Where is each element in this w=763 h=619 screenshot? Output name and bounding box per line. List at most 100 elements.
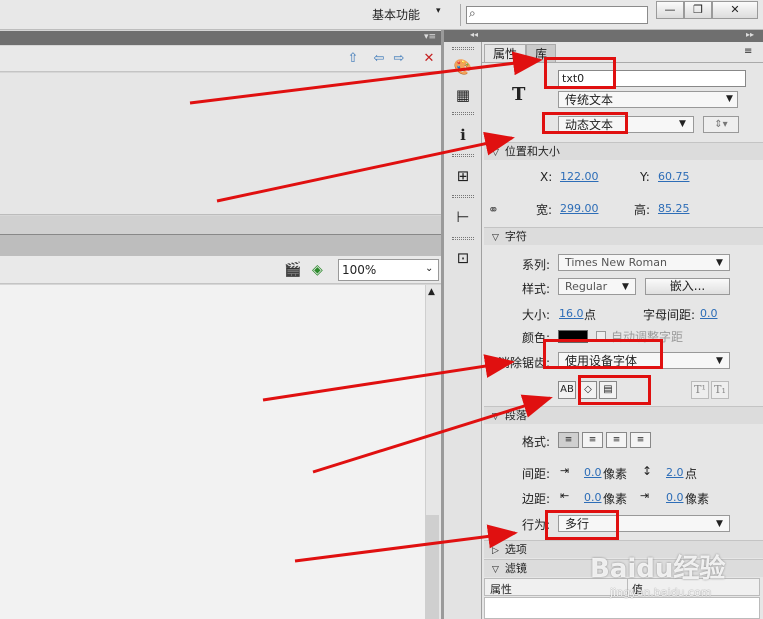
collapse-icon[interactable]: ▸▸ bbox=[746, 30, 754, 39]
style-label: 样式: bbox=[522, 282, 551, 296]
selectable-text-button[interactable]: AB bbox=[558, 381, 576, 399]
height-label: 高: bbox=[634, 203, 651, 217]
chevron-down-icon[interactable]: ⌄ bbox=[425, 263, 433, 274]
edit-symbol-icon[interactable]: ◈ bbox=[312, 262, 323, 278]
spacing-label: 间距: bbox=[522, 467, 551, 481]
text-engine-select[interactable]: 传统文本 bbox=[558, 91, 738, 108]
highlight-box bbox=[544, 57, 616, 89]
stage-canvas[interactable] bbox=[0, 285, 425, 619]
left-margin-icon: ⇤ bbox=[560, 489, 570, 502]
line-spacing-unit: 点 bbox=[685, 467, 698, 481]
margin-label: 边距: bbox=[522, 492, 551, 506]
back-arrow-icon[interactable]: ⇦ bbox=[370, 50, 388, 68]
right-margin-value[interactable]: 0.0 bbox=[666, 491, 684, 504]
letter-spacing-label: 字母间距: bbox=[643, 308, 696, 322]
grip-handle[interactable] bbox=[452, 47, 474, 50]
scrollbar-thumb[interactable] bbox=[426, 515, 439, 619]
up-arrow-icon[interactable]: ⇧ bbox=[344, 50, 362, 68]
x-label: X: bbox=[540, 170, 553, 184]
align-justify-button[interactable]: ≡ bbox=[630, 432, 651, 448]
y-value[interactable]: 60.75 bbox=[658, 170, 690, 183]
section-title: 选项 bbox=[504, 543, 527, 556]
line-spacing-value[interactable]: 2.0 bbox=[666, 466, 684, 479]
superscript-button[interactable]: T¹ bbox=[691, 381, 709, 399]
maximize-button[interactable]: ❐ bbox=[684, 1, 712, 19]
chevron-down-icon[interactable]: ▼ bbox=[716, 519, 723, 529]
panel-menu-icon[interactable]: ▾≡ bbox=[424, 32, 436, 42]
letter-spacing-value[interactable]: 0.0 bbox=[700, 307, 718, 320]
chevron-down-icon[interactable]: ▼ bbox=[726, 94, 733, 104]
section-title: 位置和大小 bbox=[504, 145, 560, 158]
align-icon[interactable]: ⊢ bbox=[452, 206, 474, 228]
font-family-select[interactable]: Times New Roman bbox=[558, 254, 730, 271]
grip-handle[interactable] bbox=[452, 237, 474, 240]
info-icon[interactable]: ℹ bbox=[452, 124, 474, 146]
right-margin-icon: ⇥ bbox=[640, 489, 650, 502]
size-label: 大小: bbox=[522, 308, 551, 322]
close-button[interactable]: ✕ bbox=[712, 1, 758, 19]
family-label: 系列: bbox=[522, 258, 551, 272]
components-icon[interactable]: ⊞ bbox=[452, 165, 474, 187]
swatches-grid-icon[interactable]: ▦ bbox=[452, 84, 474, 106]
edit-scene-icon[interactable]: 🎬 bbox=[284, 262, 301, 278]
workspace-switcher[interactable]: 基本功能 bbox=[372, 5, 458, 25]
section-paragraph[interactable]: ▽ 段落 bbox=[484, 406, 763, 424]
panel-menu-icon[interactable]: ≡ bbox=[744, 46, 752, 57]
align-left-button[interactable]: ≡ bbox=[558, 432, 579, 448]
chevron-down-icon[interactable]: ▼ bbox=[716, 258, 723, 268]
lock-proportions-icon[interactable]: ⚭ bbox=[488, 203, 499, 218]
size-unit: 点 bbox=[584, 308, 597, 322]
color-palette-icon[interactable]: 🎨 bbox=[452, 56, 474, 78]
section-position-size[interactable]: ▽ 位置和大小 bbox=[484, 142, 763, 160]
delete-icon[interactable]: ✕ bbox=[420, 50, 438, 68]
orientation-button[interactable]: ⇕▾ bbox=[703, 116, 739, 133]
section-title: 字符 bbox=[504, 230, 527, 243]
search-input[interactable] bbox=[466, 6, 648, 24]
width-value[interactable]: 299.00 bbox=[560, 202, 599, 215]
chevron-down-icon[interactable]: ▼ bbox=[622, 282, 629, 292]
timeline-area bbox=[0, 73, 441, 215]
watermark-url: jingyan.baidu.com bbox=[610, 586, 712, 599]
column-header-property: 属性 bbox=[490, 583, 512, 596]
x-value[interactable]: 122.00 bbox=[560, 170, 599, 183]
indent-icon: ⇥ bbox=[560, 464, 570, 477]
grip-handle[interactable] bbox=[452, 112, 474, 115]
embed-button[interactable]: 嵌入... bbox=[645, 278, 730, 295]
align-center-button[interactable]: ≡ bbox=[582, 432, 603, 448]
left-margin-value[interactable]: 0.0 bbox=[584, 491, 602, 504]
collapse-icon[interactable]: ◂◂ bbox=[470, 30, 478, 39]
align-right-button[interactable]: ≡ bbox=[606, 432, 627, 448]
panel-gap bbox=[0, 216, 441, 234]
scroll-up-icon[interactable]: ▲ bbox=[428, 287, 435, 297]
chevron-down-icon[interactable]: ▼ bbox=[716, 356, 723, 366]
divider bbox=[482, 62, 763, 63]
collapse-triangle-icon: ▽ bbox=[492, 412, 499, 422]
expand-triangle-icon: ▷ bbox=[492, 546, 499, 556]
indent-value[interactable]: 0.0 bbox=[584, 466, 602, 479]
filter-table-body[interactable] bbox=[484, 597, 760, 619]
transform-icon[interactable]: ⊡ bbox=[452, 247, 474, 269]
chevron-down-icon[interactable]: ▾ bbox=[436, 6, 441, 16]
section-character[interactable]: ▽ 字符 bbox=[484, 227, 763, 245]
forward-arrow-icon[interactable]: ⇨ bbox=[390, 50, 408, 68]
panel-header bbox=[0, 31, 441, 45]
format-label: 格式: bbox=[522, 435, 551, 449]
divider bbox=[460, 4, 461, 26]
zoom-select[interactable]: 100% bbox=[338, 259, 439, 281]
section-title: 段落 bbox=[504, 409, 527, 422]
width-label: 宽: bbox=[536, 203, 553, 217]
collapse-triangle-icon: ▽ bbox=[492, 148, 499, 158]
grip-handle[interactable] bbox=[452, 154, 474, 157]
height-value[interactable]: 85.25 bbox=[658, 202, 690, 215]
y-label: Y: bbox=[640, 170, 650, 184]
highlight-box bbox=[542, 112, 628, 134]
minimize-button[interactable]: — bbox=[656, 1, 684, 19]
subscript-button[interactable]: T₁ bbox=[711, 381, 729, 399]
collapse-triangle-icon: ▽ bbox=[492, 233, 499, 243]
size-value[interactable]: 16.0 bbox=[559, 307, 584, 320]
search-icon: ⌕ bbox=[469, 6, 476, 20]
grip-handle[interactable] bbox=[452, 195, 474, 198]
tab-properties[interactable]: 属性 bbox=[484, 44, 526, 63]
chevron-down-icon[interactable]: ▼ bbox=[679, 119, 686, 129]
collapse-triangle-icon: ▽ bbox=[492, 565, 499, 575]
